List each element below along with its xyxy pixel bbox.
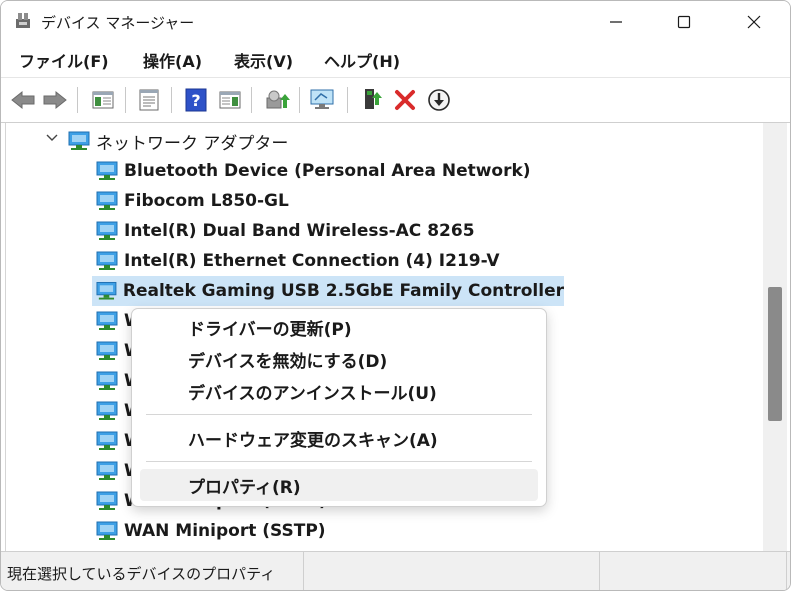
toolbar-separator (77, 87, 78, 113)
show-hide-tree-icon (92, 91, 114, 109)
network-adapter-icon (96, 311, 118, 330)
network-adapter-icon (96, 461, 118, 480)
context-menu: ドライバーの更新(P) デバイスを無効にする(D) デバイスのアンインストール(… (131, 308, 547, 507)
menu-help[interactable]: ヘルプ(H) (324, 48, 400, 72)
status-text: 現在選択しているデバイスのプロパティ (7, 565, 276, 583)
maximize-button[interactable] (661, 1, 707, 43)
network-adapter-icon (96, 281, 117, 300)
menu-item-label: ドライバーの更新(P) (188, 319, 352, 340)
device-label: WAN Miniport (SSTP) (124, 521, 326, 541)
device-item-0[interactable]: Bluetooth Device (Personal Area Network) (96, 156, 531, 186)
menu-item-label: プロパティ(R) (188, 477, 301, 498)
show-hide-tree-button[interactable] (89, 86, 117, 114)
device-manager-window: デバイス マネージャー ファイル(F) 操作(A) 表示(V) ヘルプ(H) ?… (0, 0, 791, 591)
menu-separator (146, 414, 532, 415)
network-adapter-icon (96, 341, 118, 360)
enable-device-icon (365, 89, 382, 109)
enable-device-button[interactable] (357, 86, 385, 114)
category-label: ネットワーク アダプター (96, 133, 289, 154)
category-network-adapters[interactable]: ネットワーク アダプター (68, 126, 288, 156)
scrollbar-thumb[interactable] (768, 287, 782, 421)
device-item-4[interactable]: Realtek Gaming USB 2.5GbE Family Control… (92, 276, 564, 306)
device-item-3[interactable]: Intel(R) Ethernet Connection (4) I219-V (96, 246, 500, 276)
menu-uninstall-device[interactable]: デバイスのアンインストール(U) (140, 375, 538, 407)
network-adapter-icon (96, 521, 118, 540)
menu-properties[interactable]: プロパティ(R) (140, 469, 538, 501)
forward-arrow-icon (43, 90, 67, 110)
chevron-down-icon[interactable] (46, 133, 58, 143)
scan-hardware-icon (310, 89, 334, 109)
network-adapter-icon (68, 131, 90, 150)
device-manager-app-icon (16, 13, 30, 28)
device-label: Intel(R) Dual Band Wireless-AC 8265 (124, 221, 475, 241)
menu-item-label: ハードウェア変更のスキャン(A) (188, 430, 438, 451)
device-item-2[interactable]: Intel(R) Dual Band Wireless-AC 8265 (96, 216, 475, 246)
device-item-1[interactable]: Fibocom L850-GL (96, 186, 289, 216)
back-button[interactable] (9, 86, 37, 114)
toolbar-separator (171, 87, 172, 113)
device-label: Bluetooth Device (Personal Area Network) (124, 161, 531, 181)
vertical-scrollbar[interactable] (763, 123, 787, 551)
svg-text:?: ? (191, 91, 200, 110)
menu-item-label: デバイスを無効にする(D) (188, 351, 388, 372)
title-bar: デバイス マネージャー (1, 1, 790, 43)
network-adapter-icon (96, 401, 118, 420)
action-pane-icon (219, 91, 241, 109)
download-driver-icon (428, 89, 450, 111)
update-driver-icon (266, 90, 290, 109)
menu-bar: ファイル(F) 操作(A) 表示(V) ヘルプ(H) (1, 43, 790, 77)
toolbar-separator (299, 87, 300, 113)
window-title: デバイス マネージャー (41, 14, 195, 32)
close-icon (747, 15, 761, 29)
network-adapter-icon (96, 161, 118, 180)
toolbar: ? (1, 77, 790, 123)
network-adapter-icon (96, 221, 118, 240)
uninstall-device-button[interactable] (391, 86, 419, 114)
device-label: Realtek Gaming USB 2.5GbE Family Control… (122, 281, 564, 301)
action-pane-button[interactable] (216, 86, 244, 114)
menu-action[interactable]: 操作(A) (143, 48, 202, 72)
close-button[interactable] (731, 1, 777, 43)
network-adapter-icon (96, 191, 118, 210)
network-adapter-icon (96, 431, 118, 450)
device-label: Fibocom L850-GL (124, 191, 289, 211)
properties-icon (139, 89, 159, 111)
minimize-icon (610, 21, 622, 23)
menu-file[interactable]: ファイル(F) (19, 48, 109, 72)
uninstall-device-icon (395, 90, 415, 110)
forward-button[interactable] (41, 86, 69, 114)
update-driver-button[interactable] (263, 86, 291, 114)
device-item-12[interactable]: WAN Miniport (SSTP) (96, 516, 326, 546)
status-segment-2 (304, 552, 600, 590)
help-button[interactable]: ? (182, 86, 210, 114)
toolbar-separator (125, 87, 126, 113)
menu-view[interactable]: 表示(V) (234, 48, 293, 72)
menu-separator (146, 461, 532, 462)
properties-button[interactable] (135, 86, 163, 114)
minimize-button[interactable] (593, 1, 639, 43)
menu-scan-hardware[interactable]: ハードウェア変更のスキャン(A) (140, 422, 538, 454)
help-icon: ? (185, 88, 207, 112)
device-label: Intel(R) Ethernet Connection (4) I219-V (124, 251, 500, 271)
menu-update-driver[interactable]: ドライバーの更新(P) (140, 311, 538, 343)
network-adapter-icon (96, 371, 118, 390)
status-segment-main: 現在選択しているデバイスのプロパティ (1, 552, 304, 590)
status-bar: 現在選択しているデバイスのプロパティ (1, 551, 790, 590)
scan-hardware-button[interactable] (309, 86, 337, 114)
network-adapter-icon (96, 491, 118, 510)
network-adapter-icon (96, 251, 118, 270)
back-arrow-icon (11, 90, 35, 110)
maximize-icon (677, 15, 691, 29)
menu-disable-device[interactable]: デバイスを無効にする(D) (140, 343, 538, 375)
toolbar-separator (251, 87, 252, 113)
download-driver-button[interactable] (425, 86, 453, 114)
status-segment-3 (600, 552, 787, 590)
toolbar-separator (347, 87, 348, 113)
menu-item-label: デバイスのアンインストール(U) (188, 383, 437, 404)
